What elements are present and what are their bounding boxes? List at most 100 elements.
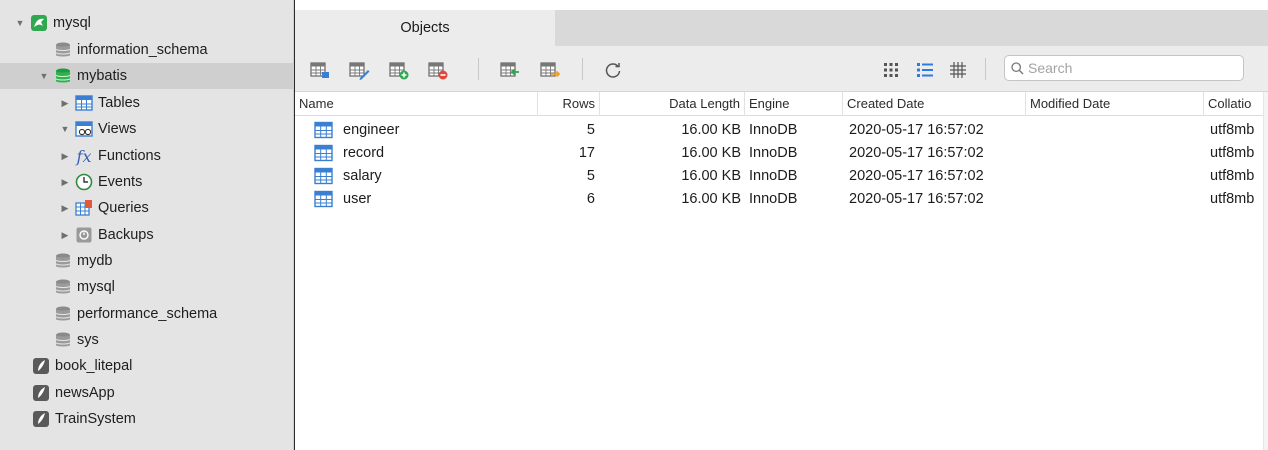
cell-modified-date <box>1030 188 1200 211</box>
collapsed-triangle-icon[interactable]: ▶ <box>59 97 71 109</box>
toolbar-separator <box>478 58 479 80</box>
database-icon <box>54 331 72 349</box>
sidebar-connection-mysql[interactable]: ▼ mysql <box>0 10 294 36</box>
cell-name: engineer <box>343 122 400 138</box>
sidebar-db-performance-schema[interactable]: performance_schema <box>0 301 294 327</box>
sidebar-item-tables[interactable]: ▶ Tables <box>0 90 294 116</box>
expanded-triangle-icon[interactable]: ▼ <box>38 70 50 82</box>
database-icon <box>54 278 72 296</box>
cell-name: salary <box>343 168 382 184</box>
sidebar-item-label: Views <box>98 121 137 137</box>
sidebar-connection-label: book_litepal <box>55 358 133 374</box>
collapsed-triangle-icon[interactable]: ▶ <box>59 229 71 241</box>
delete-table-button[interactable] <box>426 58 450 82</box>
table-row[interactable]: salary 5 16.00 KB InnoDB 2020-05-17 16:5… <box>295 165 1263 188</box>
sidebar-db-information-schema[interactable]: information_schema <box>0 37 294 63</box>
toolbar-separator <box>985 58 986 80</box>
cell-engine: InnoDB <box>749 145 798 161</box>
cell-engine: InnoDB <box>749 191 798 207</box>
collapsed-triangle-icon[interactable]: ▶ <box>59 150 71 162</box>
sidebar-db-mybatis[interactable]: ▼ mybatis <box>0 63 294 89</box>
search-box[interactable] <box>1004 55 1244 81</box>
cell-collation: utf8mb <box>1210 122 1255 138</box>
table-row[interactable]: record 17 16.00 KB InnoDB 2020-05-17 16:… <box>295 142 1263 165</box>
column-header-collation[interactable]: Collatio <box>1204 92 1263 116</box>
cell-rows: 5 <box>586 168 595 184</box>
cell-name: user <box>343 191 372 207</box>
sidebar-item-label: Functions <box>98 148 161 164</box>
table-header: Name Rows Data Length Engine Created Dat… <box>295 92 1263 116</box>
sidebar-item-views[interactable]: ▼ Views <box>0 116 294 142</box>
sidebar-item-label: Tables <box>98 95 140 111</box>
detail-view-button[interactable] <box>946 58 970 82</box>
sidebar-connection-trainsystem[interactable]: TrainSystem <box>0 406 294 432</box>
database-icon <box>54 67 72 85</box>
sidebar-db-label: sys <box>77 332 99 348</box>
new-table-button[interactable] <box>387 58 411 82</box>
sidebar-db-label: mybatis <box>77 68 127 84</box>
tab-bar: Objects <box>295 10 1268 46</box>
vertical-scrollbar[interactable] <box>1263 92 1268 450</box>
export-wizard-button[interactable] <box>538 58 562 82</box>
cell-collation: utf8mb <box>1210 168 1255 184</box>
import-wizard-button[interactable] <box>498 58 522 82</box>
objects-toolbar <box>295 46 1268 92</box>
export-wizard-icon <box>540 62 561 78</box>
new-table-icon <box>389 62 409 80</box>
list-view-button[interactable] <box>913 58 937 82</box>
cell-data-length: 16.00 KB <box>681 122 741 138</box>
cell-engine: InnoDB <box>749 122 798 138</box>
backup-icon <box>75 226 93 244</box>
sidebar-item-label: Queries <box>98 200 149 216</box>
table-icon <box>314 190 333 208</box>
cell-rows: 5 <box>586 122 595 138</box>
sidebar-item-events[interactable]: ▶ Events <box>0 169 294 195</box>
sidebar-db-mydb[interactable]: mydb <box>0 248 294 274</box>
cell-created-date: 2020-05-17 16:57:02 <box>849 191 984 207</box>
mysql-dolphin-icon <box>30 14 48 32</box>
column-header-engine[interactable]: Engine <box>745 92 843 116</box>
expanded-triangle-icon[interactable]: ▼ <box>59 123 71 135</box>
column-header-name[interactable]: Name <box>295 92 538 116</box>
expanded-triangle-icon[interactable]: ▼ <box>14 17 26 29</box>
sidebar-item-functions[interactable]: ▶ fx Functions <box>0 143 294 169</box>
sidebar-connection-newsapp[interactable]: newsApp <box>0 380 294 406</box>
refresh-button[interactable] <box>601 58 625 82</box>
open-table-button[interactable] <box>308 58 332 82</box>
sidebar-db-sys[interactable]: sys <box>0 327 294 353</box>
column-header-rows[interactable]: Rows <box>538 92 600 116</box>
sidebar-db-label: information_schema <box>77 42 208 58</box>
sidebar-item-backups[interactable]: ▶ Backups <box>0 222 294 248</box>
collapsed-triangle-icon[interactable]: ▶ <box>59 202 71 214</box>
design-table-button[interactable] <box>347 58 371 82</box>
cell-data-length: 16.00 KB <box>681 145 741 161</box>
table-row[interactable]: engineer 5 16.00 KB InnoDB 2020-05-17 16… <box>295 119 1263 142</box>
cell-modified-date <box>1030 165 1200 188</box>
collapsed-triangle-icon[interactable]: ▶ <box>59 176 71 188</box>
table-icon <box>75 94 93 112</box>
sqlite-feather-icon <box>32 357 50 375</box>
database-icon <box>54 305 72 323</box>
search-input[interactable] <box>1028 60 1228 76</box>
cell-engine: InnoDB <box>749 168 798 184</box>
table-icon <box>314 167 333 185</box>
sidebar-db-mysql[interactable]: mysql <box>0 274 294 300</box>
column-header-created-date[interactable]: Created Date <box>843 92 1026 116</box>
toolbar-separator <box>582 58 583 80</box>
cell-name: record <box>343 145 385 161</box>
detail-view-icon <box>950 62 966 78</box>
sidebar-connection-book-litepal[interactable]: book_litepal <box>0 353 294 379</box>
column-header-modified-date[interactable]: Modified Date <box>1026 92 1204 116</box>
design-table-icon <box>349 62 370 80</box>
sidebar-db-label: mysql <box>77 279 115 295</box>
table-row[interactable]: user 6 16.00 KB InnoDB 2020-05-17 16:57:… <box>295 188 1263 211</box>
column-header-data-length[interactable]: Data Length <box>600 92 745 116</box>
clock-icon <box>75 173 93 191</box>
sidebar-item-queries[interactable]: ▶ Queries <box>0 195 294 221</box>
tab-objects[interactable]: Objects <box>295 10 555 46</box>
sidebar-connection-label: newsApp <box>55 385 115 401</box>
view-icon <box>75 120 93 138</box>
cell-modified-date <box>1030 119 1200 142</box>
grid-view-button[interactable] <box>879 58 903 82</box>
list-view-icon <box>917 63 933 77</box>
